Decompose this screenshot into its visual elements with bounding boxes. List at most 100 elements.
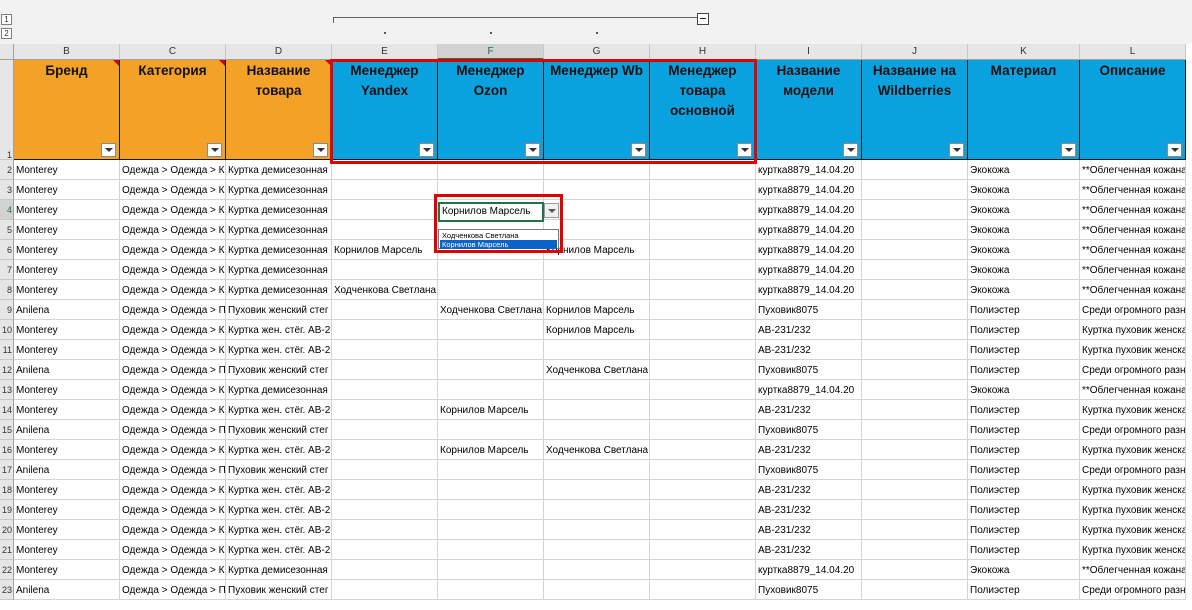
table-cell[interactable] [332,220,438,240]
table-cell[interactable]: AB-231/232 [756,480,862,500]
table-cell[interactable]: AB-231/232 [756,500,862,520]
row-header-21[interactable]: 21 [0,540,14,560]
table-cell[interactable] [332,540,438,560]
table-cell[interactable] [332,480,438,500]
table-cell[interactable]: Среди огромного разноо [1080,460,1186,480]
table-cell[interactable]: Пуховик женский стег [226,580,332,600]
table-cell[interactable]: **Облегченная кожаная [1080,280,1186,300]
table-cell[interactable] [544,560,650,580]
table-cell[interactable] [544,500,650,520]
table-cell[interactable]: Monterey [14,240,120,260]
table-cell[interactable]: Одежда > Одежда > П [120,360,226,380]
table-cell[interactable]: Куртка демисезонная [226,200,332,220]
table-cell[interactable]: Куртка жен. стёг. AB-2 [226,340,332,360]
table-cell[interactable]: Одежда > Одежда > П [120,300,226,320]
table-cell[interactable]: Корнилов Марсель [544,320,650,340]
table-cell[interactable] [862,380,968,400]
column-header-f[interactable]: F [438,44,544,60]
table-cell[interactable]: AB-231/232 [756,340,862,360]
table-cell[interactable]: Одежда > Одежда > К [120,160,226,180]
table-cell[interactable]: Куртка демисезонная [226,220,332,240]
row-header-20[interactable]: 20 [0,520,14,540]
table-cell[interactable] [332,400,438,420]
table-cell[interactable] [650,200,756,220]
table-cell[interactable]: Monterey [14,260,120,280]
table-cell[interactable]: Monterey [14,520,120,540]
table-cell[interactable] [650,420,756,440]
table-cell[interactable]: Пуховик женский стег [226,360,332,380]
table-cell[interactable] [862,540,968,560]
table-cell[interactable]: Пуховик женский стег [226,300,332,320]
table-cell[interactable] [544,520,650,540]
table-cell[interactable] [650,480,756,500]
row-header-2[interactable]: 2 [0,160,14,180]
table-cell[interactable]: Куртка жен. стёг. AB-2 [226,320,332,340]
table-cell[interactable]: Одежда > Одежда > К [120,480,226,500]
table-cell[interactable] [544,260,650,280]
table-cell[interactable]: Среди огромного разноо [1080,420,1186,440]
table-cell[interactable]: Monterey [14,400,120,420]
table-cell[interactable]: Куртка пуховик женская [1080,340,1186,360]
table-cell[interactable]: Куртка демисезонная [226,180,332,200]
table-cell[interactable]: **Облегченная кожаная [1080,180,1186,200]
table-cell[interactable]: Среди огромного разноо [1080,300,1186,320]
table-cell[interactable]: AB-231/232 [756,400,862,420]
table-cell[interactable]: Экокожа [968,560,1080,580]
table-cell[interactable]: Полиэстер [968,540,1080,560]
table-cell[interactable] [544,280,650,300]
table-cell[interactable]: Куртка демисезонная [226,280,332,300]
table-cell[interactable]: куртка8879_14.04.20 [756,280,862,300]
table-cell[interactable]: Куртка пуховик женская [1080,440,1186,460]
table-cell[interactable] [332,500,438,520]
table-cell[interactable] [544,460,650,480]
table-cell[interactable] [862,580,968,600]
column-header-d[interactable]: D [226,44,332,60]
table-cell[interactable]: Одежда > Одежда > К [120,240,226,260]
header-cell-c[interactable]: Категория [120,60,226,160]
table-cell[interactable] [650,500,756,520]
table-cell[interactable]: Корнилов Марсель [544,300,650,320]
table-cell[interactable] [438,500,544,520]
table-cell[interactable] [650,360,756,380]
table-cell[interactable]: Monterey [14,480,120,500]
table-cell[interactable] [650,440,756,460]
table-cell[interactable] [438,540,544,560]
table-cell[interactable] [438,580,544,600]
table-cell[interactable] [650,280,756,300]
table-cell[interactable] [332,320,438,340]
row-header-1[interactable]: 1 [0,60,14,160]
table-cell[interactable]: Anilena [14,300,120,320]
table-cell[interactable]: **Облегченная кожаная [1080,380,1186,400]
table-cell[interactable] [650,460,756,480]
column-header-i[interactable]: I [756,44,862,60]
row-header-22[interactable]: 22 [0,560,14,580]
table-cell[interactable] [862,160,968,180]
table-cell[interactable]: куртка8879_14.04.20 [756,180,862,200]
table-cell[interactable]: Куртка демисезонная [226,160,332,180]
table-cell[interactable]: AB-231/232 [756,320,862,340]
table-cell[interactable] [862,180,968,200]
column-header-l[interactable]: L [1080,44,1186,60]
table-cell[interactable]: Полиэстер [968,520,1080,540]
table-cell[interactable] [332,560,438,580]
table-cell[interactable]: Полиэстер [968,340,1080,360]
table-cell[interactable]: Куртка пуховик женская [1080,500,1186,520]
table-cell[interactable] [650,520,756,540]
table-cell[interactable]: Одежда > Одежда > К [120,200,226,220]
header-cell-d[interactable]: Название товара [226,60,332,160]
table-cell[interactable]: Полиэстер [968,320,1080,340]
table-cell[interactable]: Экокожа [968,160,1080,180]
table-cell[interactable]: AB-231/232 [756,520,862,540]
table-cell[interactable] [332,380,438,400]
table-cell[interactable]: Пуховик8075 [756,580,862,600]
table-cell[interactable] [438,560,544,580]
filter-dropdown-icon[interactable] [1061,143,1076,157]
table-cell[interactable] [650,580,756,600]
table-cell[interactable] [332,460,438,480]
table-cell[interactable]: Куртка пуховик женская [1080,400,1186,420]
table-cell[interactable] [332,340,438,360]
header-cell-b[interactable]: Бренд [14,60,120,160]
table-cell[interactable]: Monterey [14,500,120,520]
filter-dropdown-icon[interactable] [101,143,116,157]
table-cell[interactable]: Полиэстер [968,500,1080,520]
